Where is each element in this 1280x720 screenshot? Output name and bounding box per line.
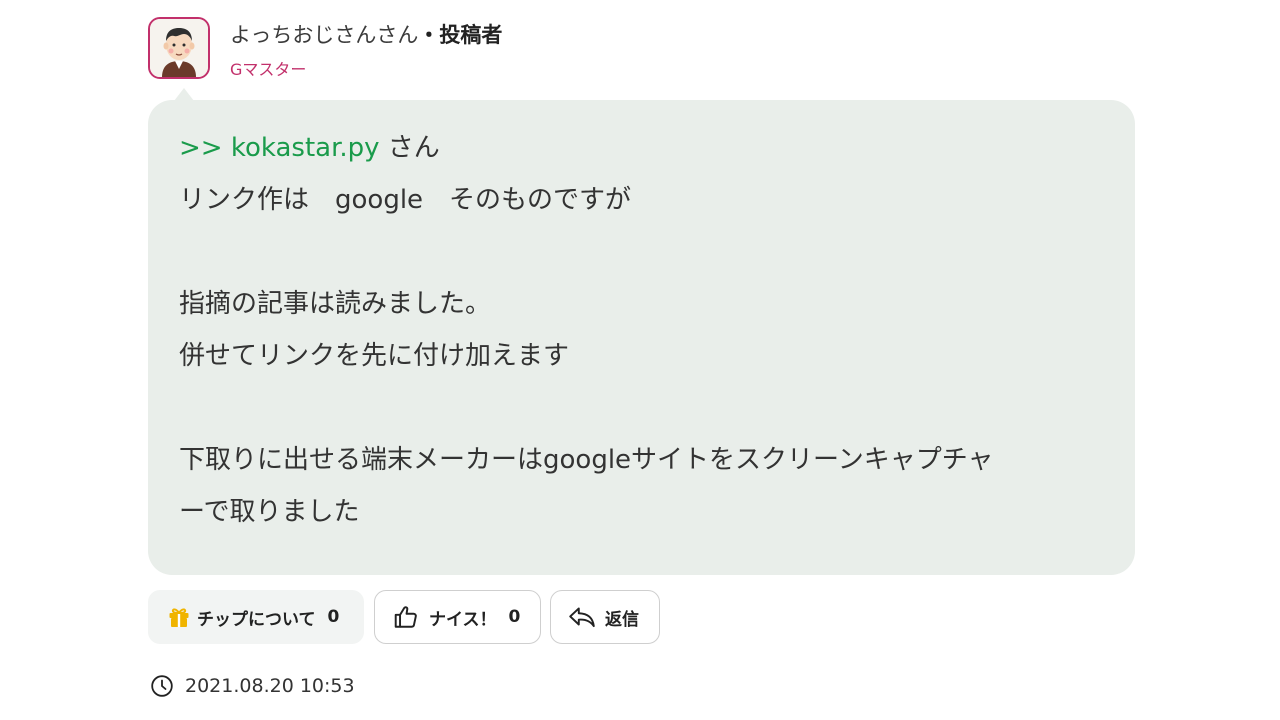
post: よっちおじさんさん・投稿者 Gマスター >> kokastar.py さん リン… (148, 17, 1135, 717)
thumbs-up-icon (394, 606, 417, 628)
body-line: リンク作は google そのものですが (179, 185, 632, 215)
tip-count: 0 (327, 607, 340, 627)
reply-button[interactable]: 返信 (550, 590, 660, 644)
post-header: よっちおじさんさん・投稿者 Gマスター (148, 17, 848, 87)
timestamp-text: 2021.08.20 10:53 (185, 675, 355, 697)
nice-count: 0 (508, 607, 521, 627)
clock-icon (151, 675, 173, 697)
nice-label: ナイス！ (429, 609, 497, 630)
body-line: 併せてリンクを先に付け加えます (179, 341, 570, 371)
author-role: 投稿者 (439, 23, 503, 47)
avatar-illustration (150, 19, 208, 77)
avatar[interactable] (148, 17, 210, 79)
reply-arrow-icon (569, 607, 595, 628)
mention-user: kokastar.py (230, 133, 380, 163)
mention-line: >> kokastar.py さん (179, 122, 1109, 174)
reply-label: 返信 (605, 609, 639, 630)
post-actions: チップについて 0 ナイス！ 0 返信 (148, 590, 748, 646)
body-line: ーで取りました (179, 497, 360, 527)
body-line: 指摘の記事は読みました。 (179, 289, 492, 319)
author-line: よっちおじさんさん・投稿者 (230, 20, 502, 50)
tip-label: チップについて (197, 609, 316, 630)
author-separator: ・ (418, 23, 440, 47)
user-rank: Gマスター (230, 60, 307, 79)
mention-suffix: さん (379, 133, 440, 163)
post-timestamp: 2021.08.20 10:53 (150, 673, 355, 699)
author-name[interactable]: よっちおじさんさん (230, 23, 418, 47)
tip-button[interactable]: チップについて 0 (148, 590, 364, 644)
message-body: >> kokastar.py さん リンク作は google そのものですが 指… (179, 122, 1109, 538)
nice-button[interactable]: ナイス！ 0 (374, 590, 541, 644)
gift-icon (169, 608, 189, 627)
mention-link[interactable]: >> kokastar.py (179, 133, 380, 163)
mention-prefix: >> (179, 133, 231, 163)
message-bubble: >> kokastar.py さん リンク作は google そのものですが 指… (148, 100, 1135, 575)
body-line (179, 382, 1109, 434)
body-line: 下取りに出せる端末メーカーはgoogleサイトをスクリーンキャプチャ (179, 445, 994, 475)
body-line (179, 226, 1109, 278)
